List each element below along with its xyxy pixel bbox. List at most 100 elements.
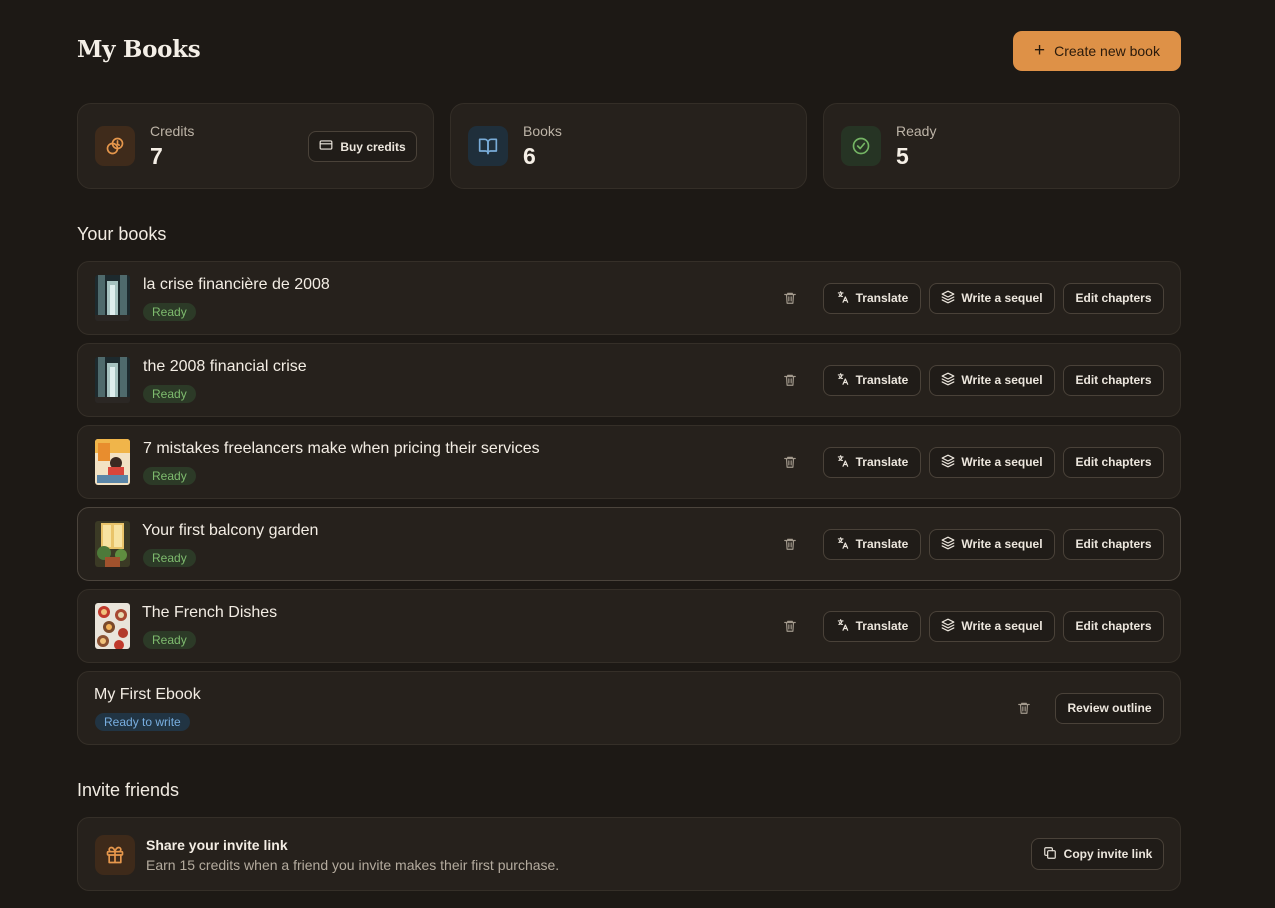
translate-label: Translate — [855, 455, 909, 469]
translate-button[interactable]: Translate — [823, 364, 921, 396]
book-actions: Translate Write a sequel Edit chapters — [782, 610, 1164, 642]
invite-subtitle: Earn 15 credits when a friend you invite… — [146, 857, 560, 873]
plus-icon: + — [1034, 39, 1046, 61]
book-cover-image — [95, 275, 130, 321]
trash-icon[interactable] — [782, 454, 798, 470]
book-cover-image — [95, 603, 130, 649]
trash-icon[interactable] — [782, 536, 798, 552]
book-title: 7 mistakes freelancers make when pricing… — [143, 440, 540, 457]
trash-icon[interactable] — [782, 290, 798, 306]
write-sequel-button[interactable]: Write a sequel — [929, 282, 1055, 314]
translate-button[interactable]: Translate — [823, 610, 921, 642]
write-sequel-label: Write a sequel — [961, 455, 1043, 469]
ready-card: Ready 5 — [823, 103, 1180, 189]
coins-icon — [95, 126, 135, 166]
trash-icon[interactable] — [782, 618, 798, 634]
gift-icon — [95, 835, 135, 875]
books-value: 6 — [523, 143, 536, 169]
book-row[interactable]: The French Dishes Ready Translate Write … — [77, 589, 1181, 663]
edit-chapters-label: Edit chapters — [1075, 455, 1152, 469]
write-sequel-label: Write a sequel — [961, 619, 1043, 633]
status-badge: Ready — [143, 549, 196, 567]
open-book-icon — [468, 126, 508, 166]
edit-chapters-button[interactable]: Edit chapters — [1063, 528, 1164, 560]
book-actions: Translate Write a sequel Edit chapters — [782, 446, 1164, 478]
layers-icon — [941, 618, 955, 635]
book-title: My First Ebook — [94, 686, 201, 703]
credits-value: 7 — [150, 143, 163, 169]
write-sequel-label: Write a sequel — [961, 373, 1043, 387]
copy-invite-link-button[interactable]: Copy invite link — [1031, 838, 1164, 870]
review-outline-button[interactable]: Review outline — [1055, 692, 1164, 724]
translate-button[interactable]: Translate — [823, 282, 921, 314]
layers-icon — [941, 454, 955, 471]
your-books-heading: Your books — [77, 224, 167, 244]
translate-icon — [836, 536, 850, 553]
translate-button[interactable]: Translate — [823, 528, 921, 560]
layers-icon — [941, 536, 955, 553]
translate-label: Translate — [855, 373, 909, 387]
book-title: The French Dishes — [142, 604, 278, 621]
status-badge: Ready — [143, 467, 196, 485]
trash-icon[interactable] — [782, 372, 798, 388]
translate-label: Translate — [855, 291, 909, 305]
translate-label: Translate — [855, 537, 909, 551]
book-actions: Translate Write a sequel Edit chapters — [782, 364, 1164, 396]
write-sequel-button[interactable]: Write a sequel — [929, 610, 1055, 642]
book-row[interactable]: 7 mistakes freelancers make when pricing… — [77, 425, 1181, 499]
layers-icon — [941, 372, 955, 389]
create-new-book-button[interactable]: + Create new book — [1013, 31, 1181, 71]
invite-friends-heading: Invite friends — [77, 780, 180, 800]
create-new-book-label: Create new book — [1054, 43, 1160, 59]
status-badge: Ready to write — [95, 713, 190, 731]
edit-chapters-button[interactable]: Edit chapters — [1063, 446, 1164, 478]
book-cover-image — [95, 357, 130, 403]
edit-chapters-button[interactable]: Edit chapters — [1063, 364, 1164, 396]
write-sequel-button[interactable]: Write a sequel — [929, 446, 1055, 478]
write-sequel-button[interactable]: Write a sequel — [929, 364, 1055, 396]
translate-icon — [836, 372, 850, 389]
books-label: Books — [523, 123, 562, 139]
translate-button[interactable]: Translate — [823, 446, 921, 478]
edit-chapters-label: Edit chapters — [1075, 537, 1152, 551]
edit-chapters-label: Edit chapters — [1075, 291, 1152, 305]
credits-card: Credits 7 Buy credits — [77, 103, 434, 189]
ready-value: 5 — [896, 143, 909, 169]
write-sequel-button[interactable]: Write a sequel — [929, 528, 1055, 560]
ready-label: Ready — [896, 123, 937, 139]
buy-credits-button[interactable]: Buy credits — [308, 131, 417, 162]
copy-icon — [1043, 846, 1057, 863]
book-actions: Translate Write a sequel Edit chapters — [782, 528, 1164, 560]
layers-icon — [941, 290, 955, 307]
translate-icon — [836, 618, 850, 635]
book-cover-image — [95, 439, 130, 485]
invite-card: Share your invite link Earn 15 credits w… — [77, 817, 1181, 891]
stats-row: Credits 7 Buy credits Books 6 Ready 5 — [77, 103, 1181, 189]
check-circle-icon — [841, 126, 881, 166]
book-row[interactable]: My First Ebook Ready to write Review out… — [77, 671, 1181, 745]
status-badge: Ready — [143, 385, 196, 403]
copy-invite-link-label: Copy invite link — [1063, 847, 1153, 861]
page-header: My Books + Create new book — [77, 31, 1181, 71]
book-actions: Review outline — [1016, 692, 1164, 724]
book-actions: Translate Write a sequel Edit chapters — [782, 282, 1164, 314]
edit-chapters-label: Edit chapters — [1075, 373, 1152, 387]
translate-icon — [836, 290, 850, 307]
invite-title: Share your invite link — [146, 837, 288, 853]
book-row[interactable]: Your first balcony garden Ready Translat… — [77, 507, 1181, 581]
credit-card-icon — [319, 138, 333, 155]
book-title: la crise financière de 2008 — [143, 276, 330, 293]
book-title: Your first balcony garden — [142, 522, 319, 539]
translate-label: Translate — [855, 619, 909, 633]
edit-chapters-label: Edit chapters — [1075, 619, 1152, 633]
write-sequel-label: Write a sequel — [961, 291, 1043, 305]
edit-chapters-button[interactable]: Edit chapters — [1063, 282, 1164, 314]
status-badge: Ready — [143, 303, 196, 321]
book-row[interactable]: la crise financière de 2008 Ready Transl… — [77, 261, 1181, 335]
edit-chapters-button[interactable]: Edit chapters — [1063, 610, 1164, 642]
book-row[interactable]: the 2008 financial crise Ready Translate… — [77, 343, 1181, 417]
write-sequel-label: Write a sequel — [961, 537, 1043, 551]
buy-credits-label: Buy credits — [340, 139, 406, 154]
books-card: Books 6 — [450, 103, 807, 189]
trash-icon[interactable] — [1016, 700, 1032, 716]
